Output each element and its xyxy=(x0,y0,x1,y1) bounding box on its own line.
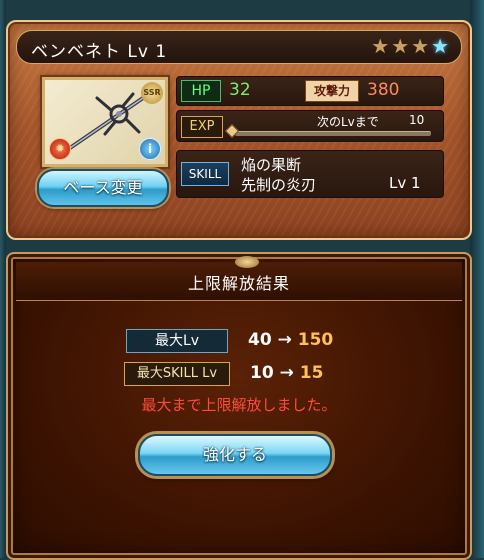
weapon-title-bar: ベンベネト Lv 1 ★ ★ ★ ★ xyxy=(16,30,462,64)
fire-element-icon: ✹ xyxy=(49,138,71,160)
rarity-stars: ★ ★ ★ ★ xyxy=(371,35,449,57)
star-filled-icon: ★ xyxy=(411,34,430,58)
skill-level: Lv 1 xyxy=(389,174,421,192)
star-filled-icon: ★ xyxy=(371,34,390,58)
result-header: 上限解放結果 xyxy=(16,256,462,301)
exp-bar xyxy=(235,131,431,136)
weapon-level: Lv 1 xyxy=(127,42,168,62)
exp-label: EXP xyxy=(181,116,223,138)
skill-description: 先制の炎刃 xyxy=(241,176,317,194)
exp-row: EXP 次のLvまで 10 xyxy=(176,110,444,142)
weapon-name-level: ベンベネト Lv 1 xyxy=(31,37,167,62)
hp-value: 32 xyxy=(229,80,251,100)
max-level-new: 150 xyxy=(297,330,334,350)
attack-value: 380 xyxy=(367,80,400,100)
arrow-right-icon: → xyxy=(277,330,292,350)
max-skill-level-label: 最大SKILL Lv xyxy=(124,362,230,386)
attack-label: 攻撃力 xyxy=(305,80,359,102)
weapon-name: ベンベネト xyxy=(31,42,121,62)
result-message: 最大まで上限解放しました。 xyxy=(141,396,337,414)
max-level-old: 40 xyxy=(248,330,272,350)
max-skill-level-new: 15 xyxy=(299,363,324,383)
max-skill-level-values: 10 → 15 xyxy=(250,363,323,383)
limit-break-result-panel: 上限解放結果 最大Lv 40 → 150 最大SKILL Lv 10 → 15 … xyxy=(6,252,472,560)
max-level-values: 40 → 150 xyxy=(248,330,333,350)
next-level-value: 10 xyxy=(409,113,425,127)
max-level-label: 最大Lv xyxy=(126,329,228,353)
skill-name: 焔の果断 xyxy=(241,156,302,174)
info-icon[interactable]: i xyxy=(139,138,161,160)
skill-label: SKILL xyxy=(181,162,229,186)
ornament-icon xyxy=(235,256,259,268)
enhance-button[interactable]: 強化する xyxy=(138,434,332,476)
result-title: 上限解放結果 xyxy=(187,274,290,293)
skill-row: SKILL 焔の果断 先制の炎刃 Lv 1 xyxy=(176,150,444,198)
hp-attack-row: HP 32 攻撃力 380 xyxy=(176,76,444,106)
arrow-right-icon: → xyxy=(279,363,294,383)
weapon-status-panel: ベンベネト Lv 1 ★ ★ ★ ★ SSR ✹ i HP 32 攻撃力 380… xyxy=(6,20,472,240)
star-filled-icon: ★ xyxy=(391,34,410,58)
next-level-label: 次のLvまで xyxy=(317,115,379,129)
hp-label: HP xyxy=(181,80,221,102)
ssr-rarity-badge: SSR xyxy=(141,82,163,104)
base-change-button[interactable]: ベース変更 xyxy=(37,169,169,207)
weapon-portrait[interactable]: SSR ✹ i xyxy=(42,77,168,167)
max-skill-level-old: 10 xyxy=(250,363,274,383)
right-scroll-edge[interactable] xyxy=(470,0,484,558)
star-blue-icon: ★ xyxy=(431,34,449,58)
